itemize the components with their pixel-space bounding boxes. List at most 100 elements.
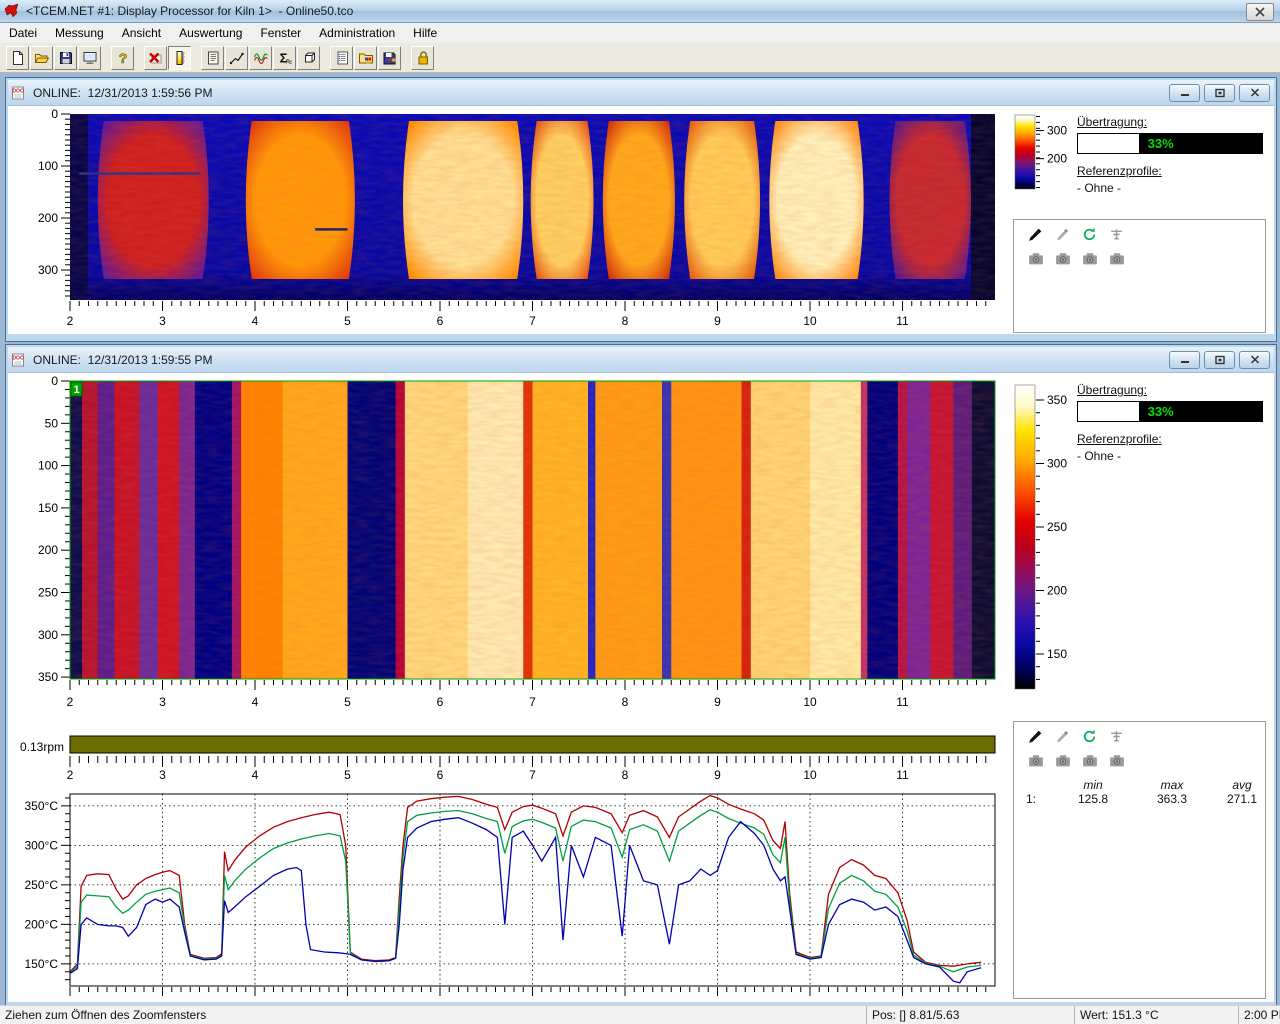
save-file-button[interactable] — [54, 46, 77, 70]
open-file-button[interactable] — [30, 46, 53, 70]
statistics-button[interactable]: Σ — [273, 46, 296, 70]
svg-text:5: 5 — [344, 314, 351, 328]
colorbar-main: 350300250200150 — [1013, 373, 1077, 713]
abort-measurement-button[interactable] — [144, 46, 167, 70]
close-icon — [1254, 6, 1266, 18]
svg-text:200: 200 — [1047, 584, 1067, 598]
brush-black-icon[interactable] — [1027, 728, 1045, 746]
svg-text:?: ? — [118, 50, 127, 66]
svg-text:0: 0 — [51, 107, 58, 121]
svg-text:3: 3 — [159, 695, 166, 709]
thermal-scale-button[interactable] — [168, 46, 191, 70]
uebertragung-label: Übertragung: — [1077, 115, 1267, 129]
stats-header-max: max — [1132, 778, 1212, 792]
profile-list-button[interactable] — [330, 46, 353, 70]
thermal-plot-main[interactable]: 05010015020025030035012345678910110.13rp… — [8, 373, 1013, 1002]
svg-text:250: 250 — [1047, 520, 1067, 534]
load-profile-button[interactable] — [354, 46, 377, 70]
transfer-progress-bar: 33% — [1077, 133, 1263, 154]
svg-text:300: 300 — [1047, 124, 1067, 138]
restore-button[interactable] — [1204, 84, 1235, 102]
svg-text:100: 100 — [38, 159, 58, 173]
camera-icon-4[interactable] — [1108, 250, 1126, 268]
stats-avg-value: 271.1 — [1212, 792, 1272, 806]
toolbar-separator — [192, 46, 201, 70]
svg-text:150: 150 — [38, 501, 58, 515]
restore-button[interactable] — [1204, 351, 1235, 369]
camera-icon-2[interactable] — [1054, 752, 1072, 770]
toolbar-separator — [402, 46, 411, 70]
camera-icon-2[interactable] — [1054, 250, 1072, 268]
menu-item-ansicht[interactable]: Ansicht — [113, 24, 170, 42]
camera-icon-3[interactable] — [1081, 752, 1099, 770]
refresh-icon[interactable] — [1081, 728, 1099, 746]
minimize-icon — [1179, 88, 1191, 98]
menu-item-messung[interactable]: Messung — [46, 24, 113, 42]
statistics-table: min max avg 1: 125.8 363.3 271.1 — [1018, 778, 1265, 806]
profile-curves-button[interactable] — [249, 46, 272, 70]
camera-icon-3[interactable] — [1081, 250, 1099, 268]
minimize-button[interactable] — [1169, 351, 1200, 369]
camera-icon-1[interactable] — [1027, 250, 1045, 268]
svg-text:100: 100 — [38, 459, 58, 473]
online-window-1: DOC ONLINE: 12/31/2013 1:59:56 PM 010020… — [5, 77, 1277, 342]
document-icon: DOC — [11, 352, 27, 368]
menu-item-datei[interactable]: Datei — [0, 24, 46, 42]
thermal-plot-top[interactable]: 0100200300234567891011 — [8, 106, 1013, 334]
save-profile-button[interactable] — [378, 46, 401, 70]
application-window: <TCEM.NET #1: Display Processor for Kiln… — [0, 0, 1280, 1024]
right-panel-1: 300200 Übertragung: 33% Referenzprofile:… — [1013, 106, 1268, 334]
stats-max-value: 363.3 — [1132, 792, 1212, 806]
report-button[interactable] — [201, 46, 224, 70]
transfer-progress-bar: 33% — [1077, 401, 1263, 422]
svg-text:DOC: DOC — [12, 88, 24, 94]
brush-gray-icon[interactable] — [1054, 226, 1072, 244]
toolbar-separator — [102, 46, 111, 70]
svg-text:11: 11 — [896, 768, 909, 782]
title-bar[interactable]: <TCEM.NET #1: Display Processor for Kiln… — [0, 0, 1280, 23]
svg-text:250: 250 — [38, 586, 58, 600]
svg-text:200°C: 200°C — [25, 917, 59, 931]
close-button[interactable] — [1246, 3, 1274, 21]
refresh-icon[interactable] — [1081, 226, 1099, 244]
referenzprofile-label: Referenzprofile: — [1077, 432, 1267, 446]
brush-gray-icon[interactable] — [1054, 728, 1072, 746]
help-button[interactable]: ? — [111, 46, 134, 70]
svg-text:8: 8 — [622, 314, 629, 328]
right-panel-2: 350300250200150 Übertragung: 33% Referen… — [1013, 373, 1268, 1002]
display-monitor-button[interactable] — [78, 46, 101, 70]
svg-text:1: 1 — [73, 384, 79, 396]
close-icon — [1249, 88, 1261, 98]
camera-icon-1[interactable] — [1027, 752, 1045, 770]
menu-item-hilfe[interactable]: Hilfe — [404, 24, 446, 42]
svg-text:350: 350 — [38, 670, 58, 684]
reference-tool-icon[interactable] — [1108, 226, 1126, 244]
svg-text:0.13rpm: 0.13rpm — [20, 740, 64, 754]
brush-black-icon[interactable] — [1027, 226, 1045, 244]
new-file-button[interactable] — [6, 46, 29, 70]
child-window-title-1: ONLINE: 12/31/2013 1:59:56 PM — [33, 86, 212, 100]
menu-item-auswertung[interactable]: Auswertung — [170, 24, 251, 42]
close-window-button[interactable] — [1239, 84, 1270, 102]
svg-text:7: 7 — [529, 768, 536, 782]
close-window-button[interactable] — [1239, 351, 1270, 369]
camera-icon-4[interactable] — [1108, 752, 1126, 770]
3d-view-button[interactable] — [297, 46, 320, 70]
menu-item-fenster[interactable]: Fenster — [251, 24, 310, 42]
child-title-bar-1[interactable]: DOC ONLINE: 12/31/2013 1:59:56 PM — [8, 80, 1274, 106]
minimize-button[interactable] — [1169, 84, 1200, 102]
close-icon — [1249, 355, 1261, 365]
svg-text:10: 10 — [803, 314, 817, 328]
restore-icon — [1214, 88, 1226, 98]
reference-tool-icon[interactable] — [1108, 728, 1126, 746]
menu-item-administration[interactable]: Administration — [310, 24, 404, 42]
progress-fill — [1078, 402, 1139, 421]
svg-text:50: 50 — [45, 416, 59, 430]
child-title-bar-2[interactable]: DOC ONLINE: 12/31/2013 1:59:55 PM — [8, 347, 1274, 373]
svg-text:150°C: 150°C — [25, 957, 59, 971]
lock-button[interactable] — [411, 46, 434, 70]
child-window-title-2: ONLINE: 12/31/2013 1:59:55 PM — [33, 353, 212, 367]
trend-chart-button[interactable] — [225, 46, 248, 70]
toolbar-separator — [135, 46, 144, 70]
svg-text:150: 150 — [1047, 647, 1067, 661]
